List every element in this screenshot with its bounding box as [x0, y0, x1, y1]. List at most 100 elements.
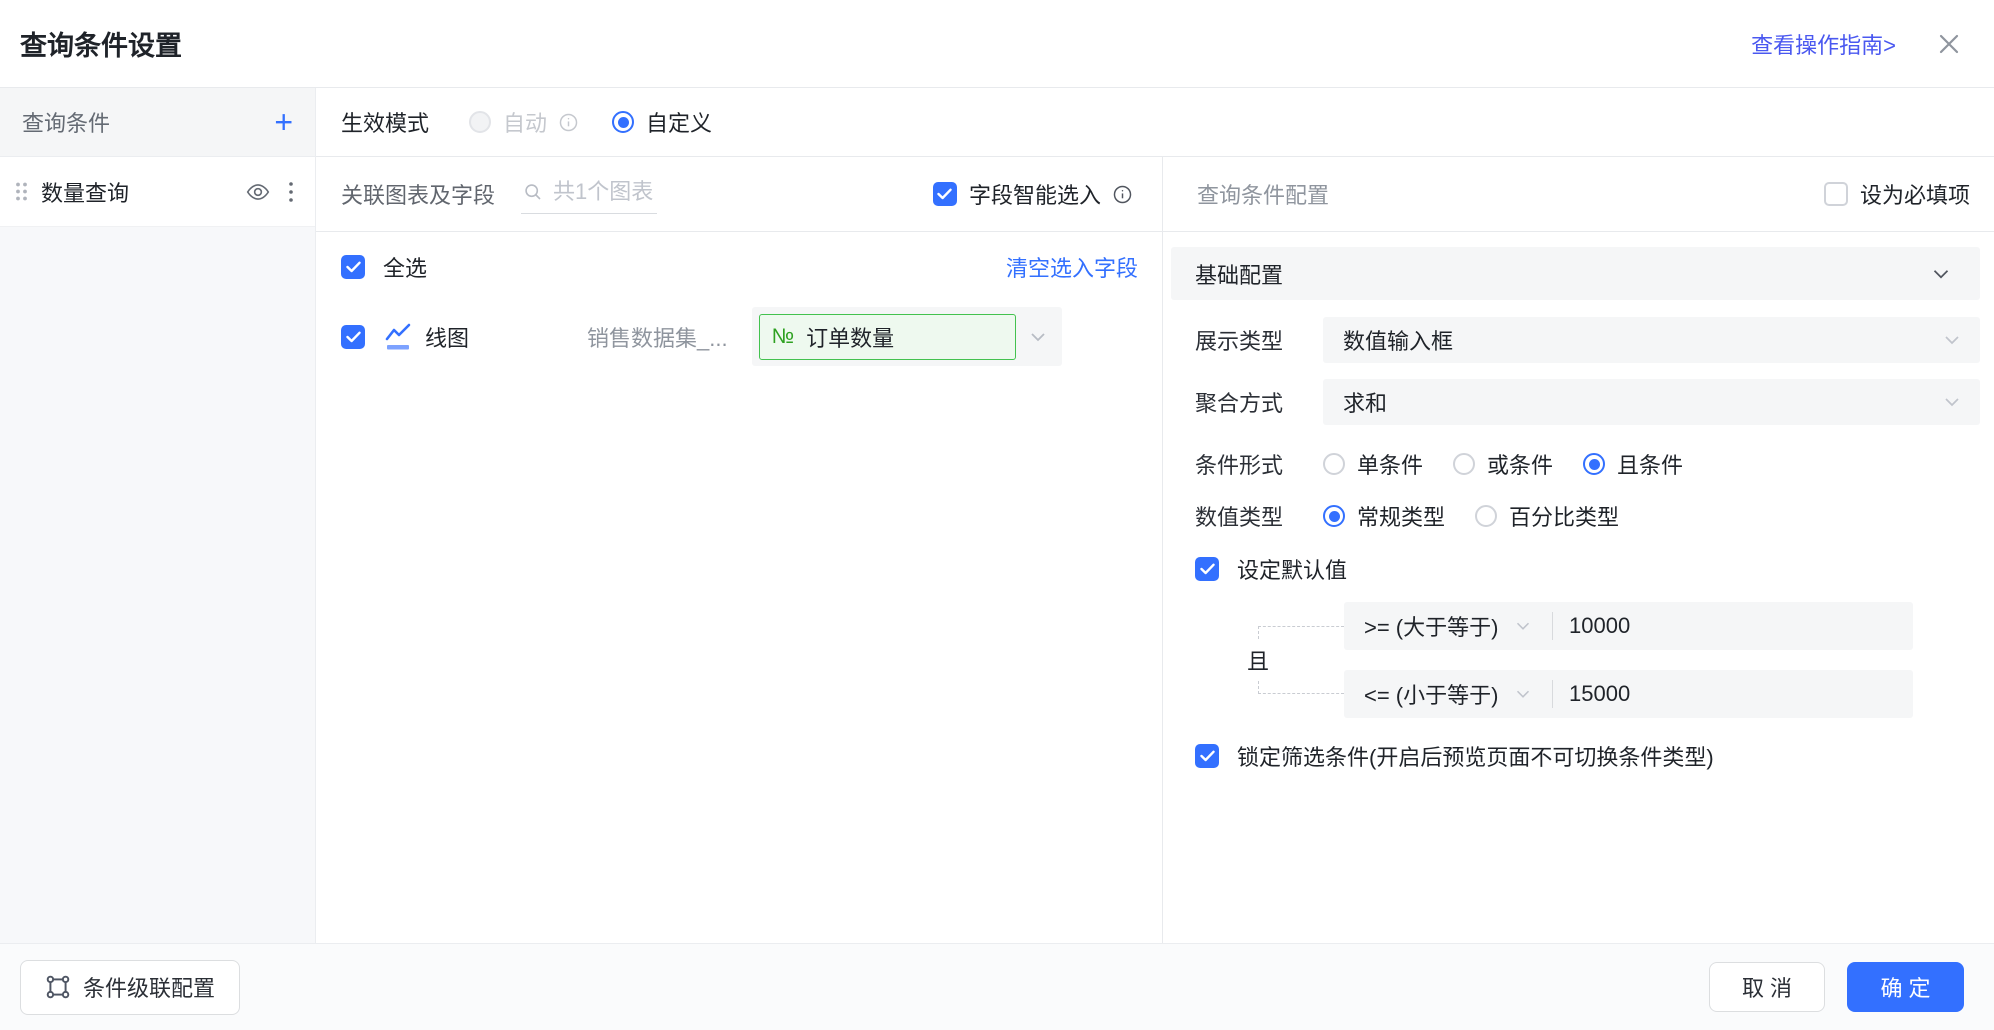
lock-condition-label: 锁定筛选条件(开启后预览页面不可切换条件类型): [1237, 740, 1714, 772]
more-kebab-icon[interactable]: [287, 179, 295, 205]
chart-checkbox[interactable]: [341, 325, 365, 349]
aggregation-label: 聚合方式: [1195, 386, 1323, 418]
smart-select-option[interactable]: 字段智能选入: [933, 178, 1132, 210]
operator-lte-select[interactable]: <= (小于等于): [1364, 678, 1512, 710]
mode-option-auto[interactable]: 自动: [469, 106, 578, 138]
sidebar-item-quantity-query[interactable]: 数量查询: [0, 157, 315, 227]
value-type-label: 数值类型: [1195, 500, 1323, 532]
radio-or[interactable]: [1453, 453, 1475, 475]
chart-fields-title: 关联图表及字段: [341, 178, 495, 210]
field-select[interactable]: № 订单数量: [752, 307, 1062, 366]
query-condition-dialog: 查询条件设置 查看操作指南> 查询条件 + 数: [0, 0, 1994, 1030]
chevron-down-icon: [1940, 328, 1964, 352]
guide-link[interactable]: 查看操作指南>: [1751, 28, 1896, 60]
default-value-label: 设定默认值: [1237, 553, 1347, 585]
smart-select-label: 字段智能选入: [969, 178, 1101, 210]
radio-and[interactable]: [1583, 453, 1605, 475]
cascade-config-button[interactable]: 条件级联配置: [20, 960, 240, 1015]
radio-normal[interactable]: [1323, 505, 1345, 527]
confirm-button[interactable]: 确 定: [1847, 962, 1964, 1012]
cancel-button[interactable]: 取 消: [1709, 962, 1825, 1012]
smart-select-checkbox[interactable]: [933, 182, 957, 206]
value-type-row: 数值类型 常规类型 百分比类型: [1195, 501, 1980, 531]
mode-auto-label: 自动: [503, 106, 547, 138]
required-checkbox[interactable]: [1824, 182, 1848, 206]
condition-row-gte: >= (大于等于): [1344, 602, 1913, 650]
chart-row: 线图 销售数据集_... № 订单数量: [341, 307, 1138, 366]
chart-type-label: 线图: [425, 321, 469, 353]
condition-and-option[interactable]: 且条件: [1583, 448, 1683, 480]
aggregation-value: 求和: [1343, 386, 1387, 418]
gte-value-input[interactable]: [1569, 613, 1749, 639]
radio-single[interactable]: [1323, 453, 1345, 475]
aggregation-row: 聚合方式 求和: [1195, 379, 1980, 425]
sidebar-empty-area: [0, 227, 315, 943]
effective-mode-label: 生效模式: [341, 106, 429, 138]
condition-row-lte: <= (小于等于): [1344, 670, 1913, 718]
default-conditions-block: 且 >= (大于等于) <= (小于等于): [1195, 602, 1980, 718]
select-all-checkbox[interactable]: [341, 255, 365, 279]
lock-condition-checkbox[interactable]: [1195, 744, 1219, 768]
condition-or-option[interactable]: 或条件: [1453, 448, 1553, 480]
radio-percent[interactable]: [1475, 505, 1497, 527]
chevron-down-icon[interactable]: [1512, 683, 1534, 705]
connector-label: 且: [1243, 641, 1273, 679]
radio-custom[interactable]: [612, 111, 634, 133]
condition-sidebar: 查询条件 + 数量查询: [0, 88, 316, 943]
chevron-down-icon: [1928, 261, 1954, 287]
close-button[interactable]: [1932, 27, 1966, 61]
lock-condition-row: 锁定筛选条件(开启后预览页面不可切换条件类型): [1195, 742, 1980, 770]
selected-field-tag: № 订单数量: [759, 314, 1016, 360]
search-icon: [523, 182, 543, 202]
section-header-row: 关联图表及字段 字段智能选入: [316, 157, 1994, 232]
chart-fields-header: 关联图表及字段 字段智能选入: [316, 157, 1163, 231]
condition-single-label: 单条件: [1357, 448, 1423, 480]
dialog-header: 查询条件设置 查看操作指南>: [0, 0, 1994, 88]
condition-form-label: 条件形式: [1195, 448, 1323, 480]
required-label: 设为必填项: [1860, 178, 1970, 210]
value-type-normal-option[interactable]: 常规类型: [1323, 500, 1445, 532]
main-area: 生效模式 自动 自定义 关联图表及字段: [316, 88, 1994, 943]
divider: [1552, 612, 1553, 640]
chart-search-box[interactable]: [521, 175, 657, 214]
radio-auto[interactable]: [469, 111, 491, 133]
value-type-percent-option[interactable]: 百分比类型: [1475, 500, 1619, 532]
clear-fields-link[interactable]: 清空选入字段: [1006, 251, 1138, 283]
basic-config-title: 基础配置: [1195, 258, 1283, 290]
visibility-eye-icon[interactable]: [245, 179, 271, 205]
add-condition-button[interactable]: +: [274, 106, 293, 138]
numeric-field-icon: №: [772, 325, 795, 349]
sidebar-item-label: 数量查询: [41, 176, 129, 208]
condition-and-label: 且条件: [1617, 448, 1683, 480]
info-icon[interactable]: [559, 113, 578, 132]
default-value-checkbox[interactable]: [1195, 557, 1219, 581]
config-panel: 基础配置 展示类型 数值输入框: [1163, 232, 1994, 943]
select-all-row: 全选 清空选入字段: [341, 253, 1138, 281]
lte-value-input[interactable]: [1569, 681, 1749, 707]
search-input[interactable]: [553, 179, 657, 205]
select-all-label: 全选: [383, 251, 427, 283]
info-icon[interactable]: [1113, 185, 1132, 204]
basic-config-section[interactable]: 基础配置: [1171, 247, 1980, 300]
condition-single-option[interactable]: 单条件: [1323, 448, 1423, 480]
operator-gte-select[interactable]: >= (大于等于): [1364, 610, 1512, 642]
cascade-config-label: 条件级联配置: [83, 971, 215, 1003]
display-type-row: 展示类型 数值输入框: [1195, 317, 1980, 363]
page-title: 查询条件设置: [20, 24, 182, 63]
sidebar-header: 查询条件 +: [0, 88, 315, 157]
sidebar-title: 查询条件: [22, 106, 110, 138]
chevron-down-icon: [1940, 390, 1964, 414]
mode-option-custom[interactable]: 自定义: [612, 106, 712, 138]
effective-mode-row: 生效模式 自动 自定义: [316, 88, 1994, 157]
dialog-footer: 条件级联配置 取 消 确 定: [0, 943, 1994, 1030]
display-type-select[interactable]: 数值输入框: [1323, 317, 1980, 363]
field-name: 订单数量: [806, 321, 894, 353]
value-type-percent-label: 百分比类型: [1509, 500, 1619, 532]
drag-handle-icon[interactable]: [14, 180, 29, 203]
config-panel-title: 查询条件配置: [1197, 178, 1329, 210]
required-option[interactable]: 设为必填项: [1824, 178, 1970, 210]
condition-form-row: 条件形式 单条件 或条件: [1195, 449, 1980, 479]
chevron-down-icon[interactable]: [1512, 615, 1534, 637]
linked-nodes-icon: [45, 974, 71, 1000]
aggregation-select[interactable]: 求和: [1323, 379, 1980, 425]
